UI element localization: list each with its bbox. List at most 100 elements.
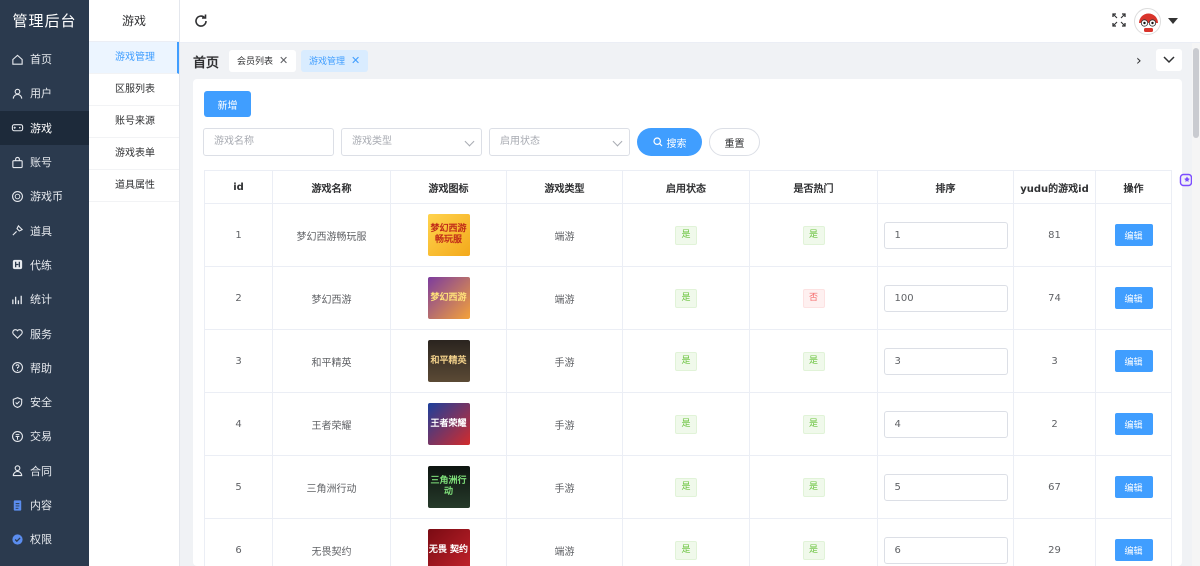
sort-input[interactable] <box>883 473 1008 501</box>
cell-actions: 编辑 <box>1095 329 1172 393</box>
cell-id: 1 <box>204 203 273 267</box>
refresh-icon[interactable] <box>193 13 209 29</box>
hot-tag: 是 <box>802 540 825 560</box>
sidebar-item[interactable]: 内容 <box>0 488 89 522</box>
sub-menu-item[interactable]: 账号来源 <box>89 106 179 138</box>
main-sidebar: 管理后台 首页 用户 游戏 账号 游戏币 道具 代练 统计 服务 帮助 安全 交易 合同 内容 权限 <box>0 0 89 566</box>
edit-button[interactable]: 编辑 <box>1114 539 1153 561</box>
vertical-scrollbar[interactable] <box>1192 43 1200 566</box>
cell-sort <box>877 518 1014 566</box>
sort-input[interactable] <box>883 221 1008 249</box>
sub-menu-title: 游戏 <box>89 0 179 42</box>
cell-yudu-id: 2 <box>1013 392 1096 456</box>
cell-enabled: 是 <box>622 203 750 267</box>
sort-input[interactable] <box>883 347 1008 375</box>
sub-menu-item[interactable]: 游戏管理 <box>89 42 179 74</box>
close-icon[interactable]: ✕ <box>279 54 288 67</box>
sub-menu-item[interactable]: 游戏表单 <box>89 138 179 170</box>
train-icon <box>10 258 24 272</box>
sidebar-item[interactable]: 游戏币 <box>0 179 89 213</box>
sort-input[interactable] <box>883 410 1008 438</box>
edit-button[interactable]: 编辑 <box>1114 224 1153 246</box>
user-avatar[interactable] <box>1134 8 1161 35</box>
chevron-down-icon <box>464 136 475 147</box>
cell-game-name: 三角洲行动 <box>272 455 391 519</box>
sidebar-item[interactable]: 服务 <box>0 316 89 350</box>
assistant-float-icon[interactable] <box>1179 173 1193 189</box>
sort-input[interactable] <box>883 536 1008 564</box>
cell-enabled: 是 <box>622 392 750 456</box>
chevron-down-icon <box>1163 56 1175 64</box>
chevron-right-icon[interactable]: › <box>1136 53 1142 69</box>
enabled-tag: 是 <box>675 414 697 434</box>
sidebar-item[interactable]: 用户 <box>0 76 89 110</box>
column-header: 排序 <box>877 170 1014 204</box>
sidebar-item-label: 安全 <box>30 396 52 410</box>
sidebar-item[interactable]: 账号 <box>0 145 89 179</box>
help-icon <box>10 361 24 375</box>
enabled-tag: 是 <box>675 477 697 497</box>
tool-icon <box>10 224 24 238</box>
sidebar-item[interactable]: 道具 <box>0 213 89 247</box>
tabs-dropdown-button[interactable] <box>1156 49 1182 71</box>
edit-button[interactable]: 编辑 <box>1114 287 1153 309</box>
edit-button[interactable]: 编辑 <box>1114 350 1153 372</box>
contract-icon <box>10 464 24 478</box>
edit-button[interactable]: 编辑 <box>1114 476 1153 498</box>
sidebar-item[interactable]: 权限 <box>0 522 89 556</box>
add-button[interactable]: 新增 <box>204 91 251 117</box>
tab-game-management[interactable]: 游戏管理 ✕ <box>301 50 369 72</box>
enabled-tag: 是 <box>675 540 697 560</box>
chart-icon <box>10 292 24 306</box>
game-type-select[interactable]: 游戏类型 <box>341 128 482 156</box>
sidebar-item[interactable]: 游戏 <box>0 110 89 145</box>
content-icon <box>10 498 24 512</box>
reset-button[interactable]: 重置 <box>709 128 760 156</box>
sidebar-item-label: 合同 <box>30 464 52 478</box>
close-icon[interactable]: ✕ <box>351 54 360 67</box>
sidebar-item[interactable]: 统计 <box>0 282 89 316</box>
tab-home[interactable]: 首页 <box>193 52 219 71</box>
enabled-tag: 是 <box>675 288 697 308</box>
sort-input[interactable] <box>883 284 1008 312</box>
sidebar-item-label: 用户 <box>30 87 52 101</box>
cell-game-icon: 无畏 契约 <box>390 518 507 566</box>
sidebar-item[interactable]: 安全 <box>0 385 89 419</box>
column-header: yudu的游戏id <box>1013 170 1096 204</box>
edit-button[interactable]: 编辑 <box>1114 413 1153 435</box>
enabled-tag: 是 <box>675 351 697 371</box>
tab-label: 会员列表 <box>237 57 274 67</box>
cell-actions: 编辑 <box>1095 266 1172 330</box>
cell-enabled: 是 <box>622 266 750 330</box>
top-bar <box>180 0 1200 43</box>
cell-game-type: 手游 <box>506 392 623 456</box>
scrollbar-thumb[interactable] <box>1193 48 1199 138</box>
sidebar-item[interactable]: 合同 <box>0 454 89 488</box>
game-type-placeholder: 游戏类型 <box>352 136 392 147</box>
table-row: 3和平精英和平精英手游是是3编辑 <box>204 329 1172 393</box>
cell-game-name: 王者荣耀 <box>272 392 391 456</box>
bag-icon <box>10 155 24 169</box>
cell-enabled: 是 <box>622 518 750 566</box>
sidebar-menu: 首页用户游戏 账号游戏币道具 代练 统计 服务 帮助安全交易合同内容权限 <box>0 42 89 556</box>
shield-icon <box>10 395 24 409</box>
game-name-input[interactable]: 游戏名称 <box>203 128 334 156</box>
status-select[interactable]: 启用状态 <box>489 128 630 156</box>
cell-game-type: 端游 <box>506 203 623 267</box>
sidebar-item-label: 游戏币 <box>30 190 63 204</box>
search-button[interactable]: 搜索 <box>637 128 702 156</box>
gamepad-icon <box>10 121 24 135</box>
hot-tag: 是 <box>802 414 825 434</box>
sub-menu-item[interactable]: 区服列表 <box>89 74 179 106</box>
sub-menu-item[interactable]: 道具属性 <box>89 170 179 202</box>
sidebar-item[interactable]: 首页 <box>0 42 89 76</box>
sidebar-item[interactable]: 代练 <box>0 248 89 282</box>
user-dropdown-caret-icon[interactable] <box>1168 18 1178 24</box>
fullscreen-icon[interactable] <box>1112 13 1126 27</box>
sidebar-item[interactable]: 交易 <box>0 419 89 453</box>
cell-hot: 是 <box>749 329 878 393</box>
column-header: 启用状态 <box>622 170 750 204</box>
sidebar-item[interactable]: 帮助 <box>0 351 89 385</box>
tab-member-list[interactable]: 会员列表 ✕ <box>229 50 297 72</box>
sidebar-item-label: 权限 <box>30 533 52 547</box>
